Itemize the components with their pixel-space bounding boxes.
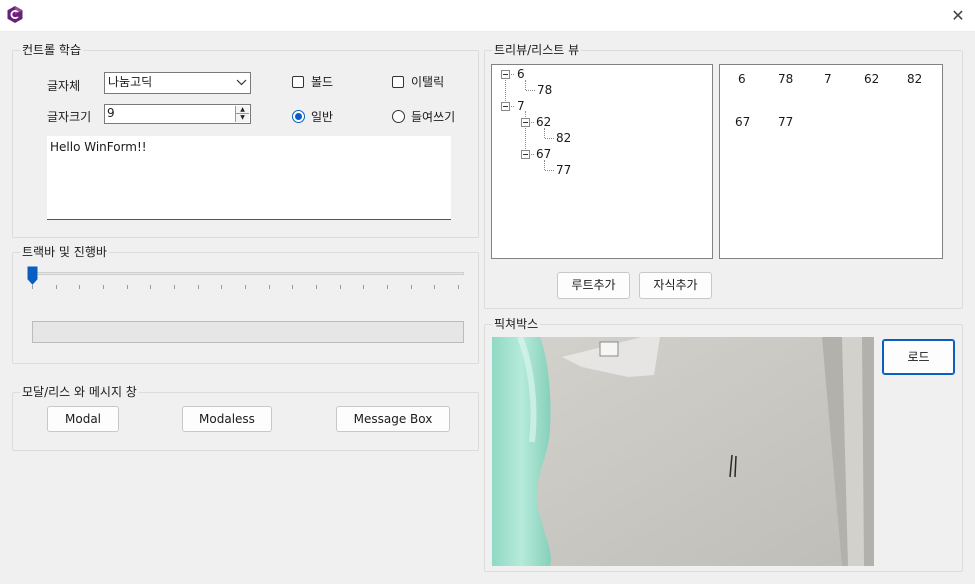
trackbar-tick [316,285,317,289]
tree-node-77-line [544,160,545,170]
bold-checkbox[interactable] [292,76,304,88]
trackbar-tick [339,285,341,289]
trackbar-tick [32,285,33,289]
trackbar-tick [126,285,128,289]
tree-node-67[interactable]: 67 [536,147,551,161]
chevron-down-icon [236,79,247,86]
font-family-combobox[interactable]: 나눔고딕 [104,72,251,94]
sample-textbox[interactable]: Hello WinForm!! [47,136,451,220]
tree-node-62[interactable]: 62 [536,115,551,129]
italic-checkbox[interactable] [392,76,404,88]
trackbar-progress-group-title: 트랙바 및 진행바 [20,245,109,259]
spin-down-icon[interactable]: ▼ [236,114,249,122]
load-button[interactable]: 로드 [882,339,955,375]
title-bar: ✕ [0,0,975,32]
bold-label: 볼드 [311,75,334,89]
trackbar-tick [387,285,388,289]
treeview-listview-group-title: 트리뷰/리스트 뷰 [492,43,582,57]
trackbar-thumb[interactable] [27,266,38,285]
tree-node-82-line [544,128,545,138]
font-family-label: 글자체 [47,79,81,93]
list-item[interactable]: 7 [824,72,832,86]
list-item[interactable]: 78 [778,72,793,86]
trackbar-tick [150,285,152,289]
loaded-photo [492,337,874,566]
trackbar-tick [174,285,175,289]
add-root-button[interactable]: 루트추가 [557,272,630,299]
tree-node-77-connector [545,170,554,171]
normal-label: 일반 [311,110,334,124]
modaless-button[interactable]: Modaless [182,406,272,432]
collapse-icon[interactable] [501,70,510,79]
sample-text: Hello WinForm!! [50,140,147,154]
font-size-value: 9 [107,106,115,120]
tree-node-77[interactable]: 77 [556,163,571,177]
tree-root1-child-connector [526,90,535,91]
tree-node-82-connector [545,138,554,139]
picture-box [492,337,874,566]
trackbar-tick [458,285,459,289]
indent-radio[interactable] [392,110,405,123]
close-icon[interactable]: ✕ [945,6,971,26]
tree-node-6[interactable]: 6 [517,67,525,81]
trackbar-tick [55,285,57,289]
tree-node-7[interactable]: 7 [517,99,525,113]
picturebox-group-title: 픽쳐박스 [492,317,541,331]
add-child-button[interactable]: 자식추가 [639,272,712,299]
trackbar-tick [197,285,199,289]
control-learning-group-title: 컨트롤 학습 [20,43,84,57]
list-item[interactable]: 67 [735,115,750,129]
modal-button[interactable]: Modal [47,406,119,432]
list-item[interactable]: 82 [907,72,922,86]
tree-view[interactable]: 6 78 7 62 82 67 77 [491,64,713,259]
list-item[interactable]: 6 [738,72,746,86]
list-view[interactable]: 6 78 7 62 82 67 77 [719,64,943,259]
font-family-value: 나눔고딕 [108,75,153,89]
trackbar-tick [268,285,270,289]
normal-radio[interactable] [292,110,305,123]
tree-root1-child-line [525,80,526,90]
collapse-icon[interactable] [501,102,510,111]
trackbar-progress-group: 트랙바 및 진행바 [12,245,479,364]
indent-label: 들여쓰기 [411,110,456,124]
trackbar-tick [103,285,104,289]
italic-label: 이탤릭 [411,75,445,89]
message-box-button[interactable]: Message Box [336,406,450,432]
trackbar-tick [434,285,436,289]
trackbar-tick [410,285,412,289]
spin-up-icon[interactable]: ▲ [236,106,249,114]
trackbar-tick [292,285,294,289]
trackbar-channel[interactable] [32,272,464,275]
list-item[interactable]: 62 [864,72,879,86]
tree-node-78[interactable]: 78 [537,83,552,97]
progress-bar [32,321,464,343]
font-size-spinner[interactable]: 9 ▲ ▼ [104,104,251,124]
font-size-spinner-buttons: ▲ ▼ [235,106,249,122]
trackbar-tick [363,285,365,289]
trackbar-tick [79,285,81,289]
collapse-icon[interactable] [521,118,530,127]
csharp-logo-icon [7,6,23,23]
font-size-label: 글자크기 [47,110,92,124]
tree-node-82[interactable]: 82 [556,131,571,145]
collapse-icon[interactable] [521,150,530,159]
trackbar-tick [245,285,246,289]
modal-group-title: 모달/리스 와 메시지 창 [20,385,139,399]
trackbar-tick [221,285,223,289]
list-item[interactable]: 77 [778,115,793,129]
